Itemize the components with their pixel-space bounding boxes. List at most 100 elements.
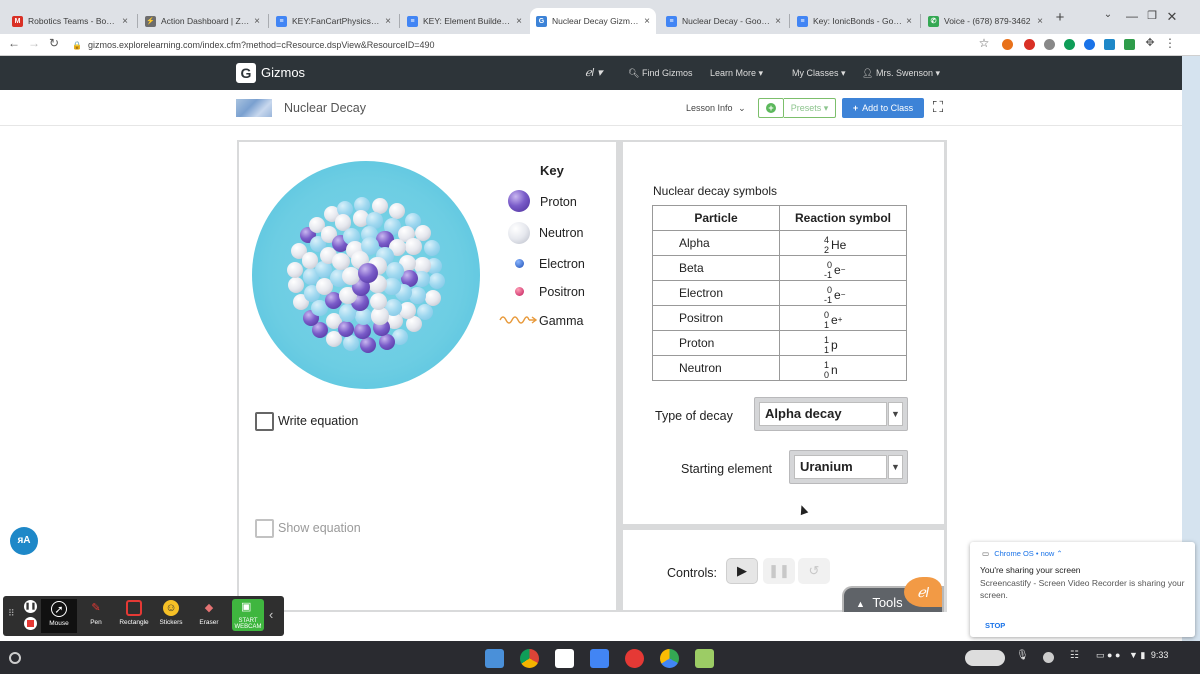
close-icon[interactable]: ×	[644, 16, 650, 27]
docs-icon: ≡	[276, 15, 287, 27]
browser-tab[interactable]: ≡ Key: IonicBonds - Google D ×	[791, 8, 918, 34]
reaction-symbol: 0 1 e +	[779, 305, 907, 331]
find-gizmos-link[interactable]: 🔍︎ Find Gizmos	[628, 68, 692, 79]
extension-icon[interactable]	[1064, 39, 1075, 50]
read-aloud-icon[interactable]: ᴙA	[10, 527, 38, 555]
bookmark-star-icon[interactable]: ☆	[976, 36, 992, 50]
close-icon[interactable]: ×	[906, 16, 912, 27]
reset-button[interactable]: ↺	[798, 558, 830, 584]
url-input[interactable]: 🔒 gizmos.explorelearning.com/index.cfm?m…	[72, 36, 968, 54]
tool-stickers[interactable]: ☺ Stickers	[153, 600, 189, 626]
youtube-app-icon[interactable]	[625, 649, 644, 668]
files-app-icon[interactable]	[485, 649, 504, 668]
docs-app-icon[interactable]	[590, 649, 609, 668]
gmail-app-icon[interactable]	[555, 649, 574, 668]
extension-icon[interactable]	[1084, 39, 1095, 50]
puzzle-icon[interactable]: ✥	[1142, 36, 1158, 49]
browser-tab-active[interactable]: G Nuclear Decay Gizmo : Ex ×	[530, 8, 656, 34]
eraser-icon: ◆	[204, 602, 214, 614]
starting-element-select[interactable]: Uranium ▼	[789, 450, 908, 484]
browser-tab[interactable]: ⚡ Action Dashboard | Zapper ×	[139, 8, 266, 34]
extension-icon[interactable]	[1044, 39, 1055, 50]
clipboard-icon[interactable]: ☷	[1070, 650, 1081, 661]
tool-mouse[interactable]: ➚ Mouse	[41, 599, 77, 633]
close-window-icon[interactable]: ✕	[1162, 9, 1182, 25]
proton-particle	[354, 322, 371, 340]
extension-icon[interactable]	[1002, 39, 1013, 50]
minimize-icon[interactable]: —	[1122, 9, 1142, 23]
notification-title: You're sharing your screen	[980, 565, 1081, 575]
screencastify-extension-icon[interactable]	[1124, 39, 1135, 50]
screencastify-status-icon[interactable]	[1043, 652, 1054, 663]
close-icon[interactable]: ×	[122, 16, 128, 27]
browser-tab[interactable]: ≡ KEY: Element Builder - Goo ×	[401, 8, 528, 34]
presets-dropdown[interactable]: Presets ▾	[784, 98, 836, 118]
extension-icon[interactable]	[1024, 39, 1035, 50]
browser-tab[interactable]: ≡ Nuclear Decay - Google Do ×	[660, 8, 787, 34]
tool-label: Rectangle	[119, 619, 149, 626]
triangle-up-icon: ▲	[856, 599, 865, 609]
browser-tab[interactable]: M Robotics Teams - BossBot ×	[6, 8, 134, 34]
user-icon: 👤︎	[862, 68, 874, 78]
play-store-app-icon[interactable]	[660, 649, 679, 668]
screencastify-app-icon[interactable]	[695, 649, 714, 668]
pause-button[interactable]: ❚❚	[763, 558, 795, 584]
user-menu[interactable]: 👤︎ Mrs. Swenson ▾	[862, 68, 940, 79]
key-label-electron: Electron	[539, 257, 585, 271]
mass-number: 0	[827, 259, 833, 270]
chrome-app-icon[interactable]	[520, 649, 539, 668]
stop-recording-button[interactable]	[24, 617, 37, 630]
phone-hub-icon[interactable]	[965, 650, 1005, 666]
browser-tab[interactable]: ≡ KEY:FanCartPhysics Part ×	[270, 8, 397, 34]
type-of-decay-select[interactable]: Alpha decay ▼	[754, 397, 908, 431]
fullscreen-icon[interactable]: ⛶	[929, 99, 947, 117]
tool-pen[interactable]: ✎ Pen	[78, 600, 114, 626]
maximize-icon[interactable]: ❐	[1142, 9, 1162, 22]
write-equation-label[interactable]: Write equation	[278, 414, 358, 428]
stop-sharing-button[interactable]: STOP	[985, 621, 1005, 630]
learn-more-menu[interactable]: Learn More ▾	[710, 68, 763, 79]
start-webcam-button[interactable]: ▣ START WEBCAM	[232, 599, 264, 631]
my-classes-menu[interactable]: My Classes ▾	[792, 68, 846, 79]
launcher-icon[interactable]	[9, 652, 21, 664]
cast-icon: ▭	[982, 549, 990, 558]
add-preset-button[interactable]: +	[758, 98, 784, 118]
kebab-menu-icon[interactable]: ⋮	[1162, 36, 1178, 50]
gizmos-logo-text[interactable]: Gizmos	[261, 65, 305, 80]
close-icon[interactable]: ×	[775, 16, 781, 27]
tool-eraser[interactable]: ◆ Eraser	[191, 600, 227, 626]
close-icon[interactable]: ×	[254, 16, 260, 27]
show-equation-checkbox[interactable]	[255, 519, 274, 538]
drag-handle-icon[interactable]: ⠿	[8, 608, 15, 619]
el-badge-icon[interactable]: ℯl	[904, 577, 942, 607]
tool-rectangle[interactable]: Rectangle	[116, 600, 152, 626]
microphone-icon[interactable]: 🎙︎	[1016, 650, 1029, 661]
mass-number: 4	[824, 234, 830, 245]
gizmos-logo-icon[interactable]: G	[236, 63, 256, 83]
pause-recording-icon[interactable]: ❚❚	[24, 600, 37, 613]
notification-count-icon: ●	[1114, 650, 1121, 660]
close-icon[interactable]: ×	[1037, 16, 1043, 27]
forward-icon[interactable]: →	[26, 36, 42, 50]
play-button[interactable]: ▶	[726, 558, 758, 584]
proton-particle	[378, 333, 395, 350]
reload-icon[interactable]: ↻	[46, 36, 62, 50]
collapse-toolbar-icon[interactable]: ‹	[269, 607, 273, 622]
status-tray[interactable]: ▭ ● ● ▼ ▮ 9:33	[1096, 650, 1168, 661]
tab-search-icon[interactable]: ⌄	[1098, 9, 1118, 20]
el-menu[interactable]: ℯl ▾	[585, 66, 603, 79]
back-icon[interactable]: ←	[6, 36, 22, 50]
show-equation-label[interactable]: Show equation	[278, 521, 361, 535]
add-to-class-button[interactable]: + Add to Class	[842, 98, 924, 118]
lesson-info-menu[interactable]: Lesson Info ⌄	[686, 103, 746, 114]
starting-element-label: Starting element	[681, 462, 773, 476]
close-icon[interactable]: ×	[516, 16, 522, 27]
close-icon[interactable]: ×	[385, 16, 391, 27]
neutron-particle	[287, 277, 304, 294]
gmail-icon: M	[12, 15, 23, 27]
extension-icon[interactable]	[1104, 39, 1115, 50]
new-tab-icon[interactable]: +	[1050, 9, 1070, 26]
write-equation-checkbox[interactable]	[255, 412, 274, 431]
browser-tab[interactable]: ✆ Voice - (678) 879-3462 ×	[922, 8, 1049, 34]
atomic-number: 1	[824, 319, 830, 330]
